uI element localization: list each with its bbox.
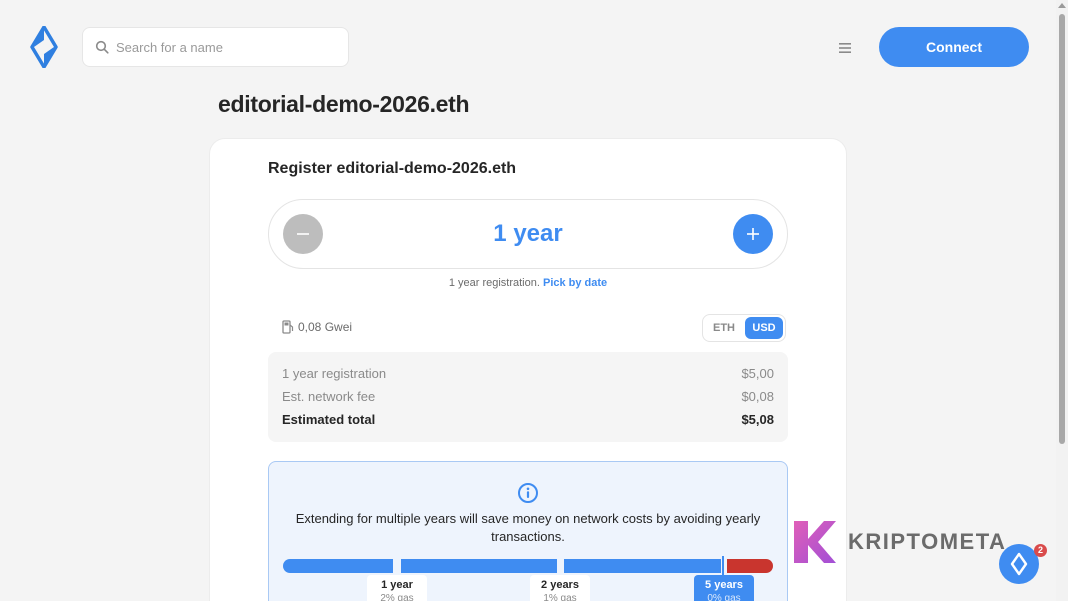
registration-note-text: 1 year registration. bbox=[448, 277, 540, 289]
tip-sub: 1% gas bbox=[543, 593, 577, 601]
page-title: editorial-demo-2026.eth bbox=[218, 91, 470, 117]
info-icon bbox=[517, 482, 539, 504]
scrollbar-thumb[interactable] bbox=[1059, 14, 1065, 444]
ens-logo-icon[interactable] bbox=[26, 25, 62, 69]
watermark-text: KRIPTOMETA bbox=[848, 529, 1007, 554]
tip-sub: 0% gas bbox=[707, 593, 741, 601]
increase-year-button[interactable] bbox=[733, 214, 773, 254]
gas-value: 0,08 Gwei bbox=[298, 320, 353, 334]
tip-2-years: 2 years 1% gas bbox=[530, 575, 590, 601]
kriptometa-logo-icon bbox=[794, 521, 836, 563]
gas-bar-segment bbox=[401, 559, 557, 573]
registration-note: 1 year registration. Pick by date bbox=[268, 277, 788, 289]
gas-bar-marker bbox=[722, 556, 724, 576]
gas-pump-icon bbox=[282, 320, 294, 334]
gas-bar-segment-red bbox=[727, 559, 773, 573]
minus-icon bbox=[297, 232, 309, 235]
connect-button[interactable]: Connect bbox=[879, 27, 1029, 67]
registration-fee-label: 1 year registration bbox=[282, 366, 387, 381]
pick-by-date-link[interactable]: Pick by date bbox=[543, 277, 607, 289]
tip-1-year: 1 year 2% gas bbox=[367, 575, 427, 601]
registration-fee-value: $5,00 bbox=[741, 366, 774, 381]
tip-title: 2 years bbox=[541, 579, 579, 591]
estimated-total-label: Estimated total bbox=[282, 412, 376, 427]
notification-badge: 2 bbox=[1034, 544, 1047, 557]
scroll-up-arrow-icon[interactable] bbox=[1058, 3, 1066, 8]
tip-sub: 2% gas bbox=[380, 593, 414, 601]
network-fee-label: Est. network fee bbox=[282, 389, 376, 404]
register-title: Register editorial-demo-2026.eth bbox=[268, 160, 517, 177]
decrease-year-button[interactable] bbox=[283, 214, 323, 254]
year-value: 1 year bbox=[493, 220, 563, 247]
currency-eth-option[interactable]: ETH bbox=[706, 317, 742, 339]
chat-button[interactable] bbox=[999, 544, 1039, 584]
watermark: KRIPTOMETA bbox=[792, 519, 1006, 565]
tip-title: 5 years bbox=[705, 579, 743, 591]
info-text: Extending for multiple years will save m… bbox=[295, 511, 761, 544]
search-bar[interactable] bbox=[82, 27, 349, 67]
plus-icon bbox=[747, 227, 759, 240]
network-fee-value: $0,08 bbox=[741, 389, 774, 404]
search-input[interactable] bbox=[116, 39, 336, 55]
tip-title: 1 year bbox=[381, 579, 413, 591]
currency-usd-option[interactable]: USD bbox=[745, 317, 783, 339]
gas-bar-segment bbox=[283, 559, 393, 573]
gas-bar-segment bbox=[564, 559, 721, 573]
hamburger-menu-icon[interactable] bbox=[838, 41, 852, 53]
estimated-total-value: $5,08 bbox=[741, 412, 774, 427]
search-icon bbox=[95, 40, 109, 54]
ens-chat-icon bbox=[1010, 552, 1028, 576]
tip-5-years: 5 years 0% gas bbox=[694, 575, 754, 601]
gas-price: 0,08 Gwei bbox=[282, 320, 352, 334]
